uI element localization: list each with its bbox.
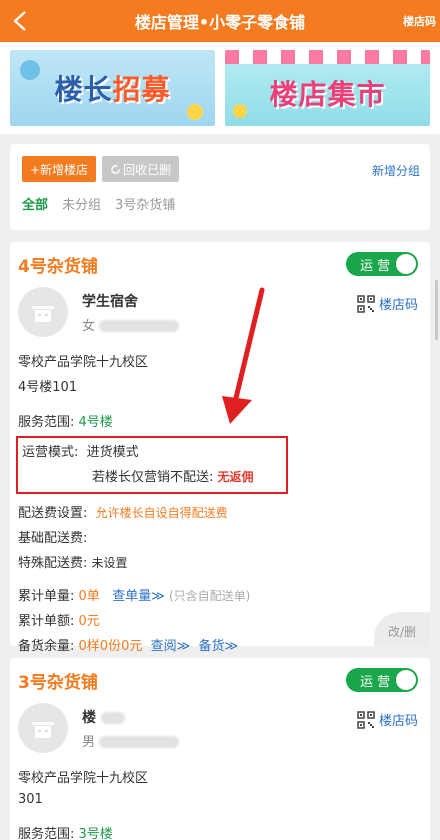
qr-code-icon <box>357 710 375 729</box>
group-filter-card: +新增楼店 回收已删 新增分组 全部 未分组 3号杂货铺 <box>10 144 430 230</box>
back-button[interactable] <box>0 0 40 42</box>
tab-ungrouped[interactable]: 未分组 <box>62 194 101 213</box>
total-orders-value: 0单 <box>78 589 100 604</box>
qr-label: 楼店码 <box>378 714 418 729</box>
orders-note: (只含自配送单) <box>168 589 251 603</box>
user-avatar-icon <box>32 306 54 322</box>
status-label: 运 营 <box>360 258 391 274</box>
edit-delete-button[interactable]: 改/删 <box>374 612 430 646</box>
recycle-label: 回收已删 <box>123 162 172 177</box>
banner-text-b: 招募 <box>112 73 171 106</box>
chevron-left-icon <box>13 11 26 31</box>
total-amount-label: 累计单额: <box>18 614 75 629</box>
owner-name: 楼 <box>82 709 96 726</box>
status-label: 运 营 <box>360 674 391 690</box>
tab-all[interactable]: 全部 <box>22 194 48 213</box>
mode-note-value: 无返佣 <box>217 470 254 484</box>
stock-label: 备货余量: <box>18 639 75 654</box>
room-number: 301 <box>18 792 43 807</box>
owner-row: 楼 男 楼店码 <box>18 703 422 753</box>
mode-note: 若楼长仅营销不配送: <box>92 470 214 485</box>
school-name: 零校产品学院十九校区 <box>18 771 149 786</box>
total-orders-label: 累计单量: <box>18 589 75 604</box>
special-fee-value: 未设置 <box>91 556 128 570</box>
total-amount-value: 0元 <box>78 614 100 629</box>
service-label: 服务范围: <box>18 827 75 840</box>
operation-mode-box: 运营模式: 进货模式 若楼长仅营销不配送: 无返佣 <box>16 436 288 494</box>
mode-label: 运营模式: <box>22 445 79 460</box>
group-tabs: 全部 未分组 3号杂货铺 <box>22 194 420 213</box>
owner-name: 学生宿舍 <box>82 293 138 310</box>
refresh-icon <box>111 163 120 174</box>
user-avatar-icon <box>32 722 54 738</box>
restock-link[interactable]: 备货≫ <box>199 639 239 654</box>
room-number: 4号楼101 <box>18 380 78 395</box>
service-label: 服务范围: <box>18 415 75 430</box>
view-orders-link[interactable]: 查单量≫ <box>112 589 165 604</box>
delivery-label: 配送费设置: <box>18 506 88 521</box>
toggle-knob <box>396 254 416 274</box>
base-fee-label: 基础配送费: <box>18 531 88 546</box>
status-toggle[interactable]: 运 营 <box>346 252 418 276</box>
school-name: 零校产品学院十九校区 <box>18 355 149 370</box>
recycle-deleted-button[interactable]: 回收已删 <box>102 156 180 182</box>
shop-qr-link[interactable]: 楼店码 <box>357 294 418 313</box>
top-bar: 楼店管理•小零子零食铺 楼店码 <box>0 0 440 42</box>
shop-card: 4号杂货铺 运 营 学生宿舍 女 楼店码 零校产品学院十九校区 4号楼101 服… <box>10 242 430 654</box>
awning-decoration <box>225 50 430 64</box>
qr-code-icon <box>357 294 375 313</box>
view-stock-link[interactable]: 查阅≫ <box>151 639 191 654</box>
qr-label: 楼店码 <box>378 298 418 313</box>
name-redacted <box>100 711 125 724</box>
banner-market-text: 楼店集市 <box>269 78 386 111</box>
banner-text-a: 楼长 <box>54 73 113 106</box>
scrollbar[interactable] <box>435 280 438 340</box>
shop-code-link[interactable]: 楼店码 <box>403 13 436 29</box>
owner-gender: 男 <box>82 734 96 750</box>
shop-card: 3号杂货铺 运 营 楼 男 楼店码 零校产品学院十九校区 301 服务范围: 3… <box>10 658 430 840</box>
avatar <box>18 703 68 753</box>
phone-redacted <box>99 736 180 748</box>
avatar <box>18 287 68 337</box>
owner-gender: 女 <box>82 318 96 334</box>
shop-qr-link[interactable]: 楼店码 <box>357 710 418 729</box>
status-toggle[interactable]: 运 营 <box>346 668 418 692</box>
add-shop-button[interactable]: +新增楼店 <box>22 156 97 182</box>
mode-value: 进货模式 <box>86 445 139 460</box>
banner-area: 楼长招募 楼店集市 <box>0 42 440 134</box>
owner-row: 学生宿舍 女 楼店码 <box>18 287 422 337</box>
special-fee-label: 特殊配送费: <box>18 556 88 571</box>
add-group-link[interactable]: 新增分组 <box>372 162 420 179</box>
page-title: 楼店管理•小零子零食铺 <box>134 13 306 32</box>
stock-value: 0样0份0元 <box>78 639 143 654</box>
market-banner[interactable]: 楼店集市 <box>225 50 430 126</box>
phone-redacted <box>99 320 180 332</box>
delivery-value: 允许楼长自设自得配送费 <box>95 506 228 520</box>
recruit-banner[interactable]: 楼长招募 <box>10 50 215 126</box>
service-value: 4号楼 <box>78 415 113 430</box>
service-value: 3号楼 <box>78 827 113 840</box>
toggle-knob <box>396 670 416 690</box>
tab-shop-3[interactable]: 3号杂货铺 <box>115 194 175 213</box>
